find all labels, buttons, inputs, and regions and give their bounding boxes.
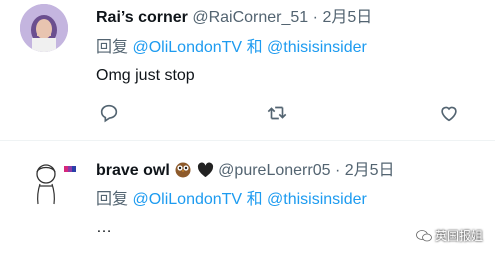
and-word: 和 xyxy=(246,191,263,208)
tweet-header: brave owl @pureLonerr05 · 2月5日 xyxy=(96,160,395,184)
tweet-actions xyxy=(96,102,466,126)
reply-prefix: 回复 xyxy=(96,191,129,208)
reply-context: 回复 @OliLondonTV 和 @thisisinsider xyxy=(96,190,367,210)
wechat-icon xyxy=(416,230,432,242)
watermark-text: 英国报姐 xyxy=(434,229,483,243)
display-name[interactable]: brave owl xyxy=(96,162,170,179)
tweet-date[interactable]: 2月5日 xyxy=(345,162,395,179)
watermark: 英国报姐 xyxy=(416,227,483,244)
owl-icon xyxy=(174,160,192,184)
tweet-text: Omg just stop xyxy=(96,67,195,84)
user-handle[interactable]: @RaiCorner_51 xyxy=(192,9,308,26)
display-name[interactable]: Rai’s corner xyxy=(96,9,188,26)
and-word: 和 xyxy=(246,39,263,56)
tweet-text: … xyxy=(96,219,112,236)
avatar[interactable] xyxy=(26,158,76,208)
mention-link[interactable]: @thisisinsider xyxy=(267,191,367,208)
avatar[interactable] xyxy=(20,4,68,52)
reply-prefix: 回复 xyxy=(96,39,129,56)
like-icon[interactable] xyxy=(438,102,462,126)
separator: · xyxy=(334,162,341,179)
tweet-date[interactable]: 2月5日 xyxy=(322,9,372,26)
user-handle[interactable]: @pureLonerr05 xyxy=(218,162,330,179)
reply-context: 回复 @OliLondonTV 和 @thisisinsider xyxy=(96,38,367,58)
black-heart-icon xyxy=(197,162,214,184)
mention-link[interactable]: @thisisinsider xyxy=(267,39,367,56)
tweet-header: Rai’s corner @RaiCorner_51 · 2月5日 xyxy=(96,8,372,28)
reply-icon[interactable] xyxy=(98,102,122,126)
tweet-rais-corner[interactable]: Rai’s corner @RaiCorner_51 · 2月5日 回复 @Ol… xyxy=(0,0,495,141)
mention-link[interactable]: @OliLondonTV xyxy=(132,191,242,208)
mention-link[interactable]: @OliLondonTV xyxy=(132,39,242,56)
retweet-icon[interactable] xyxy=(266,102,290,126)
separator: · xyxy=(312,9,318,26)
